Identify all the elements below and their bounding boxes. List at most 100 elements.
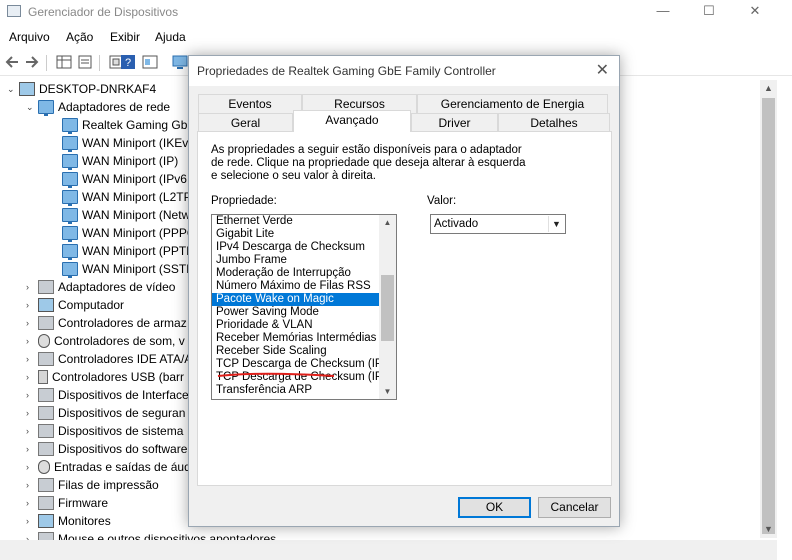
- forward-arrow-icon[interactable]: [24, 54, 40, 70]
- tree-network-item[interactable]: WAN Miniport (PPPO: [62, 224, 196, 242]
- expand-chevron-icon[interactable]: ›: [26, 422, 38, 440]
- tree-category[interactable]: › Adaptadores de vídeo: [26, 278, 175, 296]
- back-arrow-icon[interactable]: [4, 54, 20, 70]
- view-toggle-icon[interactable]: [142, 54, 158, 70]
- tree-category[interactable]: › Computador: [26, 296, 124, 314]
- properties-grid-icon[interactable]: [56, 54, 72, 70]
- tree-item-label: WAN Miniport (IP): [82, 154, 179, 168]
- tree-category[interactable]: › Monitores: [26, 512, 111, 530]
- tree-item-label: Entradas e saídas de áud: [54, 460, 191, 474]
- close-button[interactable]: ✕: [732, 0, 778, 24]
- scrollbar-thumb[interactable]: [381, 275, 394, 341]
- property-item[interactable]: IPv4 Descarga de Checksum: [212, 241, 379, 254]
- expand-chevron-icon[interactable]: ›: [26, 368, 38, 386]
- expand-chevron-icon[interactable]: ›: [26, 314, 38, 332]
- maximize-button[interactable]: ☐: [686, 0, 732, 24]
- tab-gerenciamento-energia[interactable]: Gerenciamento de Energia: [417, 94, 608, 113]
- tab-geral[interactable]: Geral: [198, 113, 293, 132]
- expand-chevron-icon[interactable]: ›: [26, 458, 38, 476]
- expand-chevron-icon[interactable]: ›: [26, 332, 38, 350]
- ide-controller-icon: [38, 352, 54, 366]
- update-driver-icon[interactable]: [77, 54, 93, 70]
- help-icon[interactable]: ?: [120, 54, 136, 70]
- expand-chevron-icon[interactable]: ›: [26, 494, 38, 512]
- tab-eventos[interactable]: Eventos: [198, 94, 302, 113]
- menu-arquivo[interactable]: Arquivo: [9, 30, 50, 44]
- window-title: Gerenciador de Dispositivos: [28, 5, 179, 19]
- tree-category[interactable]: › Dispositivos de sistema: [26, 422, 183, 440]
- minimize-button[interactable]: —: [640, 0, 686, 24]
- collapse-chevron-icon[interactable]: ⌄: [26, 98, 38, 116]
- expand-chevron-icon[interactable]: ›: [26, 476, 38, 494]
- property-item[interactable]: Moderação de Interrupção: [212, 267, 379, 280]
- property-item[interactable]: Transferência ARP: [212, 384, 379, 397]
- property-item-selected[interactable]: Pacote Wake on Magic: [212, 293, 379, 306]
- tree-category[interactable]: › Controladores IDE ATA/A: [26, 350, 192, 368]
- tree-category[interactable]: › Controladores de armaz: [26, 314, 187, 332]
- tab-driver[interactable]: Driver: [411, 113, 498, 132]
- scroll-down-arrow-icon[interactable]: ▼: [760, 521, 777, 538]
- tree-network-item[interactable]: WAN Miniport (Netw: [62, 206, 190, 224]
- menu-acao[interactable]: Ação: [66, 30, 93, 44]
- tree-item-label: Realtek Gaming GbE: [82, 118, 196, 132]
- tab-avancado[interactable]: Avançado: [293, 110, 411, 132]
- horizontal-scrollbar[interactable]: [0, 540, 777, 560]
- expand-chevron-icon[interactable]: ›: [26, 386, 38, 404]
- network-adapter-icon: [38, 100, 54, 116]
- menu-exibir[interactable]: Exibir: [110, 30, 140, 44]
- tree-network-item[interactable]: WAN Miniport (PPTP: [62, 242, 194, 260]
- tree-category[interactable]: › Firmware: [26, 494, 108, 512]
- scroll-up-arrow-icon[interactable]: ▲: [379, 215, 396, 230]
- tree-network-item[interactable]: Realtek Gaming GbE: [62, 116, 195, 134]
- tree-root[interactable]: ⌄ DESKTOP-DNRKAF4: [7, 80, 156, 98]
- expand-chevron-icon[interactable]: ›: [26, 296, 38, 314]
- value-label: Valor:: [427, 195, 457, 207]
- expand-chevron-icon[interactable]: ›: [26, 440, 38, 458]
- scroll-down-arrow-icon[interactable]: ▼: [379, 384, 396, 399]
- tree-item-label: Firmware: [58, 496, 108, 510]
- property-item[interactable]: Jumbo Frame: [212, 254, 379, 267]
- security-device-icon: [38, 406, 54, 420]
- vertical-scrollbar[interactable]: ▲ ▼: [760, 80, 777, 538]
- cancel-button[interactable]: Cancelar: [538, 497, 611, 518]
- tree-category[interactable]: › Entradas e saídas de áud: [26, 458, 191, 476]
- tree-category[interactable]: › Controladores USB (barr: [26, 368, 184, 386]
- tree-item-label: WAN Miniport (SSTP: [82, 262, 195, 276]
- ok-button[interactable]: OK: [458, 497, 531, 518]
- property-item[interactable]: Prioridade & VLAN: [212, 319, 379, 332]
- tree-category[interactable]: › Dispositivos do software: [26, 440, 187, 458]
- chevron-down-icon[interactable]: ▼: [548, 216, 564, 232]
- scroll-up-arrow-icon[interactable]: ▲: [760, 80, 777, 97]
- tree-network-item[interactable]: WAN Miniport (IP): [62, 152, 178, 170]
- network-adapter-icon: [62, 208, 78, 224]
- expand-chevron-icon[interactable]: ›: [26, 404, 38, 422]
- tree-network-adapters[interactable]: ⌄ Adaptadores de rede: [26, 98, 170, 116]
- tree-category[interactable]: › Dispositivos de Interface: [26, 386, 189, 404]
- scrollbar-thumb[interactable]: [762, 98, 775, 534]
- tab-detalhes[interactable]: Detalhes: [498, 113, 610, 132]
- expand-chevron-icon[interactable]: ›: [26, 512, 38, 530]
- property-item[interactable]: Receber Side Scaling: [212, 345, 379, 358]
- property-list-scrollbar[interactable]: ▲ ▼: [379, 215, 396, 399]
- property-item[interactable]: Ethernet Verde: [212, 215, 379, 228]
- property-item[interactable]: Power Saving Mode: [212, 306, 379, 319]
- menu-ajuda[interactable]: Ajuda: [155, 30, 186, 44]
- expand-chevron-icon[interactable]: ›: [26, 350, 38, 368]
- property-item[interactable]: Gigabit Lite: [212, 228, 379, 241]
- dialog-close-icon[interactable]: ✕: [596, 60, 609, 80]
- tree-network-item[interactable]: WAN Miniport (SSTP: [62, 260, 194, 278]
- tree-category[interactable]: › Filas de impressão: [26, 476, 159, 494]
- collapse-chevron-icon[interactable]: ⌄: [7, 80, 19, 98]
- tree-category[interactable]: › Controladores de som, v: [26, 332, 185, 350]
- property-item[interactable]: TCP Descarga de Checksum (IPv4: [212, 358, 379, 371]
- property-item[interactable]: Receber Memórias Intermédias: [212, 332, 379, 345]
- expand-chevron-icon[interactable]: ›: [26, 278, 38, 296]
- monitor-icon[interactable]: [172, 54, 188, 70]
- tree-category[interactable]: › Dispositivos de seguran: [26, 404, 185, 422]
- tree-network-item[interactable]: WAN Miniport (IPv6: [62, 170, 187, 188]
- value-dropdown[interactable]: Activado ▼: [430, 214, 566, 234]
- property-item[interactable]: Número Máximo de Filas RSS: [212, 280, 379, 293]
- tree-item-label: WAN Miniport (PPTP: [82, 244, 195, 258]
- tree-network-item[interactable]: WAN Miniport (IKEv: [62, 134, 188, 152]
- tree-network-item[interactable]: WAN Miniport (L2TP: [62, 188, 192, 206]
